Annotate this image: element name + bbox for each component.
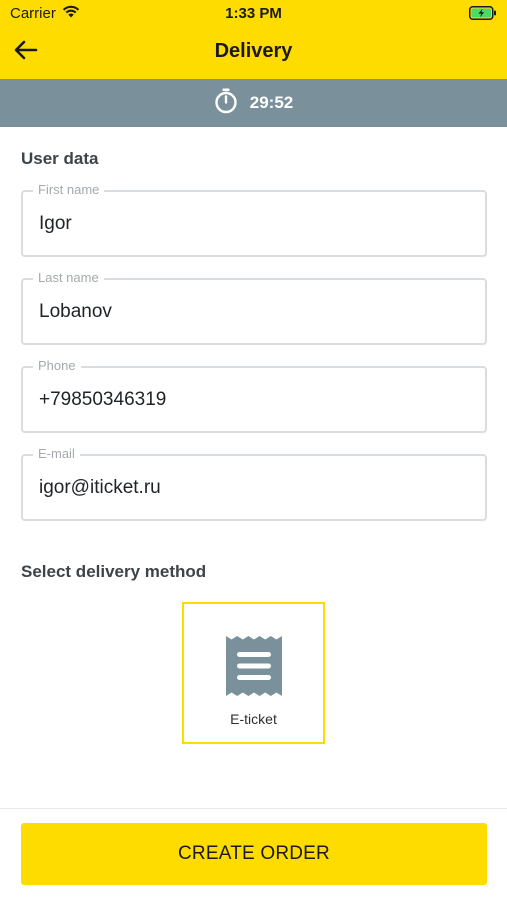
- page-title: Delivery: [214, 40, 293, 62]
- status-time: 1:33 PM: [225, 5, 282, 22]
- last-name-input[interactable]: [39, 298, 459, 326]
- first-name-field[interactable]: First name: [21, 182, 487, 257]
- first-name-label: First name: [33, 182, 105, 197]
- user-data-heading: User data: [21, 149, 99, 168]
- email-label: E-mail: [33, 446, 80, 461]
- email-input[interactable]: [39, 474, 459, 502]
- first-name-input[interactable]: [39, 210, 459, 238]
- phone-field[interactable]: Phone: [21, 358, 487, 433]
- receipt-icon: [225, 636, 282, 701]
- last-name-label: Last name: [33, 270, 104, 285]
- create-order-button[interactable]: CREATE ORDER: [21, 823, 487, 885]
- status-bar: Carrier 1:33 PM: [0, 0, 507, 28]
- delivery-option-e-ticket[interactable]: E-ticket: [182, 602, 325, 744]
- countdown-timer: 29:52: [249, 93, 294, 112]
- app-header: Delivery: [0, 28, 507, 79]
- battery-charging-icon: [469, 6, 497, 24]
- last-name-field[interactable]: Last name: [21, 270, 487, 345]
- stopwatch-icon: [214, 88, 238, 119]
- delivery-option-label: E-ticket: [230, 711, 277, 727]
- footer-divider: [0, 808, 507, 809]
- delivery-method-heading: Select delivery method: [21, 562, 207, 581]
- email-field[interactable]: E-mail: [21, 446, 487, 521]
- phone-label: Phone: [33, 358, 81, 373]
- phone-input[interactable]: [39, 386, 459, 414]
- countdown-bar: 29:52: [0, 79, 507, 127]
